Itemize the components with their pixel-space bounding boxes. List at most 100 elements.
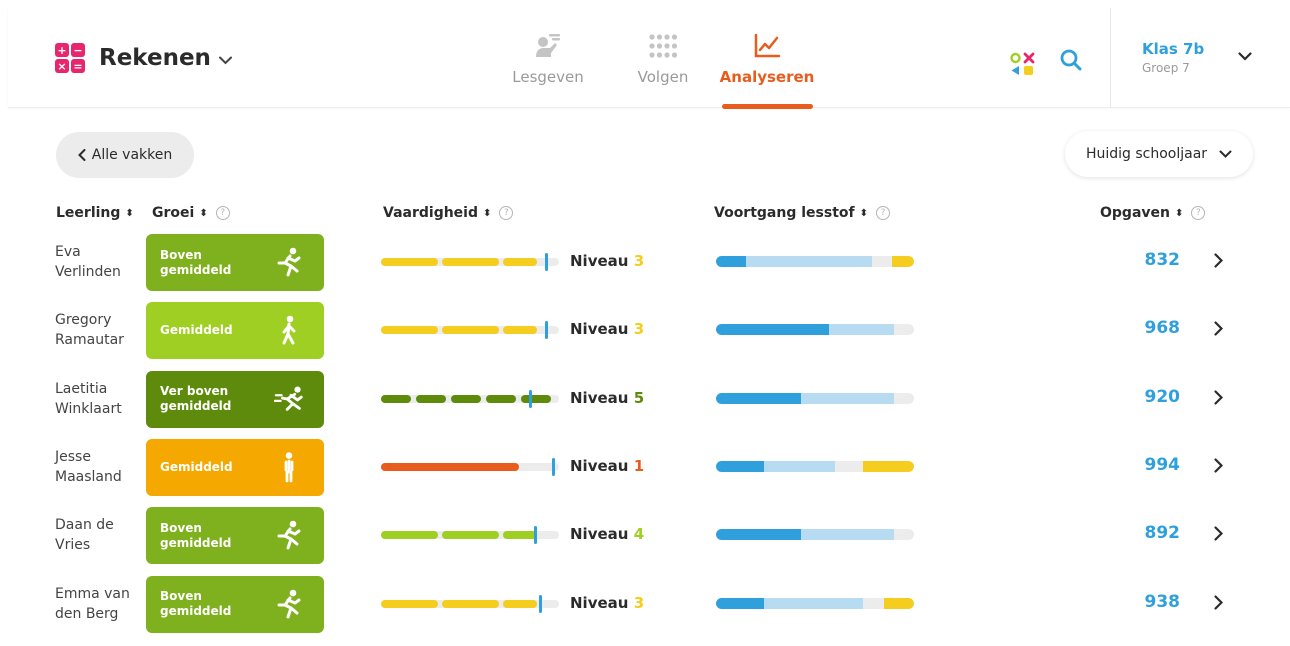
column-progress-label: Voortgang lesstof — [714, 205, 855, 221]
help-icon[interactable]: ? — [1191, 206, 1206, 220]
app-title: Rekenen — [99, 45, 211, 71]
exercise-count[interactable]: 968 — [1120, 318, 1181, 338]
level-label: Niveau 3 — [570, 252, 644, 270]
progress-done — [716, 392, 802, 404]
tab-volgen[interactable]: Volgen — [608, 30, 718, 86]
skill-bar — [381, 389, 559, 408]
column-header-student[interactable]: Leerling ⬍ — [56, 205, 134, 221]
calc-equals: = — [71, 59, 85, 73]
level-prefix: Niveau — [570, 456, 629, 475]
column-header-progress[interactable]: Voortgang lesstof ⬍? — [714, 205, 890, 221]
skill-segment — [486, 394, 516, 403]
chevron-down-icon — [218, 56, 232, 64]
student-name: Laetitia Winklaart — [55, 380, 122, 417]
search-icon[interactable] — [1060, 49, 1082, 71]
column-skill-label: Vaardigheid — [383, 205, 478, 221]
growth-label: Gemiddeld — [160, 323, 233, 338]
chevron-left-icon — [77, 149, 86, 161]
back-to-subjects-button[interactable]: Alle vakken — [56, 132, 194, 178]
skill-segment — [442, 326, 499, 335]
level-number: 4 — [633, 525, 645, 544]
skill-segment — [381, 326, 438, 335]
level-number: 5 — [633, 388, 645, 407]
tab-lesgeven[interactable]: Lesgeven — [493, 30, 603, 86]
help-icon[interactable]: ? — [215, 206, 230, 220]
line-chart-icon — [753, 30, 781, 62]
level-prefix: Niveau — [570, 525, 629, 544]
level-label: Niveau 3 — [570, 320, 644, 338]
progress-bar — [716, 392, 914, 404]
skill-segment — [451, 394, 481, 403]
table-row[interactable]: Gregory Ramautar Gemiddeld Niveau 3 968 — [0, 301, 1290, 360]
skill-segment — [503, 531, 537, 540]
exercise-count[interactable]: 994 — [1120, 455, 1181, 475]
skill-segment — [521, 394, 551, 403]
exercise-count[interactable]: 938 — [1120, 592, 1181, 612]
school-year-dropdown[interactable]: Huidig schooljaar — [1065, 131, 1253, 177]
chevron-right-icon[interactable] — [1214, 253, 1223, 268]
level-number: 3 — [633, 593, 645, 612]
skill-marker — [539, 594, 542, 613]
tab-lesgeven-label: Lesgeven — [512, 68, 584, 86]
skill-bar — [381, 253, 559, 271]
skill-bar — [381, 457, 559, 476]
help-icon[interactable]: ? — [876, 206, 890, 220]
table-row[interactable]: Daan de Vries Boven gemiddeld Niveau 4 8… — [0, 506, 1290, 565]
table-row[interactable]: Jesse Maasland Gemiddeld Niveau 1 994 — [0, 438, 1290, 496]
column-header-skill[interactable]: Vaardigheid ⬍? — [383, 205, 514, 221]
standing-person-icon — [274, 451, 304, 483]
column-header-exercises[interactable]: Opgaven ⬍? — [1100, 205, 1206, 221]
table-row[interactable]: Emma van den Berg Boven gemiddeld Niveau… — [0, 574, 1290, 633]
skill-marker — [552, 457, 555, 476]
calc-times: × — [55, 59, 69, 73]
progress-done — [716, 597, 764, 609]
skill-bar — [381, 594, 559, 613]
header-divider — [1110, 8, 1111, 108]
student-name: Daan de Vries — [55, 517, 114, 554]
running-person-icon — [274, 519, 304, 551]
chevron-right-icon[interactable] — [1214, 321, 1223, 336]
exercise-count[interactable]: 832 — [1120, 250, 1181, 270]
student-name: Emma van den Berg — [55, 585, 130, 622]
chevron-down-icon — [1219, 150, 1232, 158]
chevron-right-icon[interactable] — [1214, 594, 1223, 610]
skill-marker — [529, 389, 532, 408]
walking-person-icon — [274, 314, 304, 346]
level-label: Niveau 3 — [570, 594, 644, 612]
progress-ahead — [892, 256, 914, 267]
progress-done — [716, 256, 746, 267]
chevron-right-icon[interactable] — [1214, 526, 1223, 541]
sort-icon: ⬍ — [859, 207, 868, 219]
table-row[interactable]: Laetitia Winklaart Ver boven gemiddeld N… — [0, 369, 1290, 428]
skill-marker — [545, 321, 548, 340]
class-selector[interactable]: Klas 7b Groep 7 — [1142, 40, 1204, 75]
chevron-down-icon[interactable] — [1238, 52, 1252, 61]
exercise-count[interactable]: 920 — [1120, 387, 1181, 407]
growth-badge: Ver boven gemiddeld — [146, 370, 324, 428]
growth-badge: Gemiddeld — [146, 302, 324, 360]
tab-analyseren[interactable]: Analyseren — [712, 30, 822, 86]
chevron-right-icon[interactable] — [1214, 389, 1223, 405]
sort-icon: ⬍ — [483, 207, 492, 219]
running-person-icon — [274, 246, 304, 278]
growth-label: Gemiddeld — [160, 459, 233, 474]
skill-segment — [442, 531, 499, 540]
chevron-right-icon[interactable] — [1214, 458, 1223, 473]
column-exercises-label: Opgaven — [1100, 205, 1170, 221]
active-tab-indicator — [722, 104, 813, 109]
skill-segment — [503, 599, 537, 608]
table-row[interactable]: Eva Verlinden Boven gemiddeld Niveau 3 8… — [0, 233, 1290, 291]
skill-marker — [545, 253, 548, 271]
calculator-icon: + − × = — [55, 43, 85, 73]
subject-switcher[interactable]: + − × = Rekenen — [55, 43, 232, 73]
class-title: Klas 7b — [1142, 40, 1205, 58]
help-icon[interactable]: ? — [499, 206, 514, 220]
dots-grid-icon — [648, 30, 678, 62]
column-header-growth[interactable]: Groei ⬍? — [152, 205, 230, 221]
growth-label: Boven gemiddeld — [160, 589, 232, 618]
progress-ahead — [884, 597, 914, 609]
exercise-count[interactable]: 892 — [1120, 523, 1181, 543]
progress-bar — [716, 460, 914, 472]
shapes-icon[interactable] — [1010, 52, 1036, 76]
level-prefix: Niveau — [570, 388, 629, 407]
